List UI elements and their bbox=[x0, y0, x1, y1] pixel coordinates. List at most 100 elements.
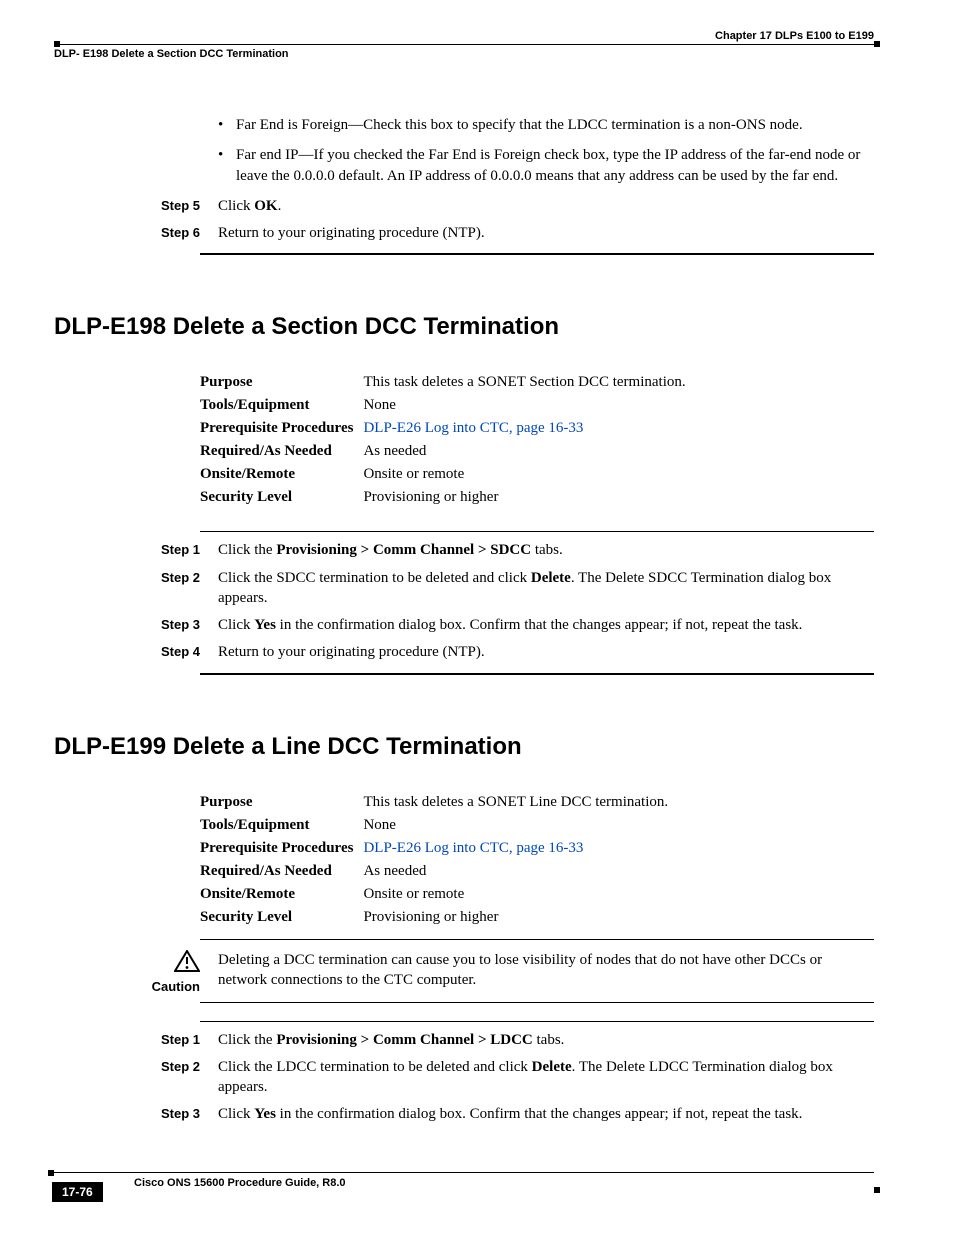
running-header: Chapter 17 DLPs E100 to E199 DLP- E198 D… bbox=[54, 30, 874, 60]
meta-val: None bbox=[363, 394, 695, 417]
header-tick-right bbox=[874, 41, 880, 47]
meta-val: DLP-E26 Log into CTC, page 16-33 bbox=[363, 417, 695, 440]
meta-table-e198: PurposeThis task deletes a SONET Section… bbox=[200, 371, 696, 509]
text: tabs. bbox=[531, 542, 563, 558]
bullet-text: Far End is Foreign—Check this box to spe… bbox=[236, 115, 874, 135]
step-row: Step 4 Return to your originating proced… bbox=[54, 642, 874, 662]
footer-rule bbox=[54, 1172, 874, 1173]
meta-val: As needed bbox=[363, 440, 695, 463]
step-body: Click Yes in the confirmation dialog box… bbox=[218, 615, 874, 635]
step-row: Step 3 Click Yes in the confirmation dia… bbox=[54, 1104, 874, 1124]
text: in the confirmation dialog box. Confirm … bbox=[276, 617, 803, 633]
meta-key: Tools/Equipment bbox=[200, 394, 363, 417]
caution-icon bbox=[174, 950, 200, 977]
meta-key: Prerequisite Procedures bbox=[200, 837, 363, 860]
step-row: Step 5 Click OK. bbox=[54, 196, 874, 216]
bullet-text: Far end IP—If you checked the Far End is… bbox=[236, 145, 874, 186]
step-label: Step 4 bbox=[54, 642, 218, 662]
bold-text: Provisioning > Comm Channel > LDCC bbox=[276, 1032, 532, 1048]
meta-val: None bbox=[363, 814, 678, 837]
caution-block: Caution Deleting a DCC termination can c… bbox=[54, 950, 874, 994]
meta-key: Required/As Needed bbox=[200, 860, 363, 883]
rule bbox=[200, 531, 874, 532]
step-row: Step 2 Click the LDCC termination to be … bbox=[54, 1057, 874, 1098]
bullet-item: • Far End is Foreign—Check this box to s… bbox=[54, 115, 874, 135]
step-body: Return to your originating procedure (NT… bbox=[218, 642, 874, 662]
header-chapter: Chapter 17 DLPs E100 to E199 bbox=[54, 30, 874, 42]
footer-tick bbox=[48, 1170, 54, 1176]
header-rule bbox=[54, 44, 874, 45]
meta-key: Purpose bbox=[200, 791, 363, 814]
meta-key: Security Level bbox=[200, 906, 363, 929]
page-number-tab: 17-76 bbox=[52, 1182, 103, 1202]
step-label: Step 5 bbox=[54, 196, 218, 216]
text: . bbox=[278, 198, 282, 214]
caution-bottom-rule bbox=[200, 1002, 874, 1003]
meta-key: Tools/Equipment bbox=[200, 814, 363, 837]
meta-key: Onsite/Remote bbox=[200, 463, 363, 486]
section-end-rule bbox=[200, 253, 874, 255]
text: Click bbox=[218, 198, 254, 214]
bold-text: Delete bbox=[531, 570, 571, 586]
step-body: Click OK. bbox=[218, 196, 874, 216]
xref-link[interactable]: DLP-E26 Log into CTC, page 16-33 bbox=[363, 840, 583, 856]
running-footer: Cisco ONS 15600 Procedure Guide, R8.0 17… bbox=[54, 1172, 874, 1189]
footer-tick-right bbox=[874, 1187, 880, 1193]
step-row: Step 1 Click the Provisioning > Comm Cha… bbox=[54, 1030, 874, 1050]
caution-top-rule bbox=[200, 939, 874, 940]
bullet-marker: • bbox=[218, 145, 236, 186]
meta-key: Purpose bbox=[200, 371, 363, 394]
step-body: Return to your originating procedure (NT… bbox=[218, 223, 874, 243]
meta-key: Required/As Needed bbox=[200, 440, 363, 463]
bold-text: OK bbox=[254, 198, 277, 214]
step-body: Click the Provisioning > Comm Channel > … bbox=[218, 540, 874, 560]
step-body: Click Yes in the confirmation dialog box… bbox=[218, 1104, 874, 1124]
caution-text: Deleting a DCC termination can cause you… bbox=[218, 950, 874, 994]
meta-key: Onsite/Remote bbox=[200, 883, 363, 906]
caution-gutter: Caution bbox=[54, 950, 218, 994]
text: Click the bbox=[218, 1032, 276, 1048]
meta-val: This task deletes a SONET Line DCC termi… bbox=[363, 791, 678, 814]
caution-label-text: Caution bbox=[54, 979, 200, 994]
footer-book-title: Cisco ONS 15600 Procedure Guide, R8.0 bbox=[134, 1177, 874, 1189]
bold-text: Provisioning > Comm Channel > SDCC bbox=[276, 542, 531, 558]
text: Click bbox=[218, 617, 254, 633]
meta-val: Provisioning or higher bbox=[363, 486, 695, 509]
step-body: Click the SDCC termination to be deleted… bbox=[218, 568, 874, 609]
text: Click the LDCC termination to be deleted… bbox=[218, 1059, 532, 1075]
meta-val: This task deletes a SONET Section DCC te… bbox=[363, 371, 695, 394]
step-label: Step 3 bbox=[54, 615, 218, 635]
step-row: Step 1 Click the Provisioning > Comm Cha… bbox=[54, 540, 874, 560]
procedure-title-e199: DLP-E199 Delete a Line DCC Termination bbox=[54, 733, 874, 761]
bold-text: Yes bbox=[254, 617, 276, 633]
text: tabs. bbox=[533, 1032, 565, 1048]
bullet-item: • Far end IP—If you checked the Far End … bbox=[54, 145, 874, 186]
step-label: Step 1 bbox=[54, 540, 218, 560]
step-body: Click the Provisioning > Comm Channel > … bbox=[218, 1030, 874, 1050]
meta-val: Onsite or remote bbox=[363, 463, 695, 486]
meta-val: As needed bbox=[363, 860, 678, 883]
step-row: Step 6 Return to your originating proced… bbox=[54, 223, 874, 243]
text: Click the bbox=[218, 542, 276, 558]
text: Click bbox=[218, 1106, 254, 1122]
step-label: Step 6 bbox=[54, 223, 218, 243]
procedure-title-e198: DLP-E198 Delete a Section DCC Terminatio… bbox=[54, 313, 874, 341]
xref-link[interactable]: DLP-E26 Log into CTC, page 16-33 bbox=[363, 420, 583, 436]
step-label: Step 1 bbox=[54, 1030, 218, 1050]
step-body: Click the LDCC termination to be deleted… bbox=[218, 1057, 874, 1098]
meta-key: Prerequisite Procedures bbox=[200, 417, 363, 440]
section-end-rule bbox=[200, 673, 874, 675]
bold-text: Delete bbox=[532, 1059, 572, 1075]
text: Click the SDCC termination to be deleted… bbox=[218, 570, 531, 586]
meta-val: DLP-E26 Log into CTC, page 16-33 bbox=[363, 837, 678, 860]
header-tick-left bbox=[54, 41, 60, 47]
step-row: Step 3 Click Yes in the confirmation dia… bbox=[54, 615, 874, 635]
step-label: Step 2 bbox=[54, 1057, 218, 1098]
meta-key: Security Level bbox=[200, 486, 363, 509]
text: in the confirmation dialog box. Confirm … bbox=[276, 1106, 803, 1122]
step-row: Step 2 Click the SDCC termination to be … bbox=[54, 568, 874, 609]
step-label: Step 3 bbox=[54, 1104, 218, 1124]
bold-text: Yes bbox=[254, 1106, 276, 1122]
meta-val: Onsite or remote bbox=[363, 883, 678, 906]
bullet-marker: • bbox=[218, 115, 236, 135]
